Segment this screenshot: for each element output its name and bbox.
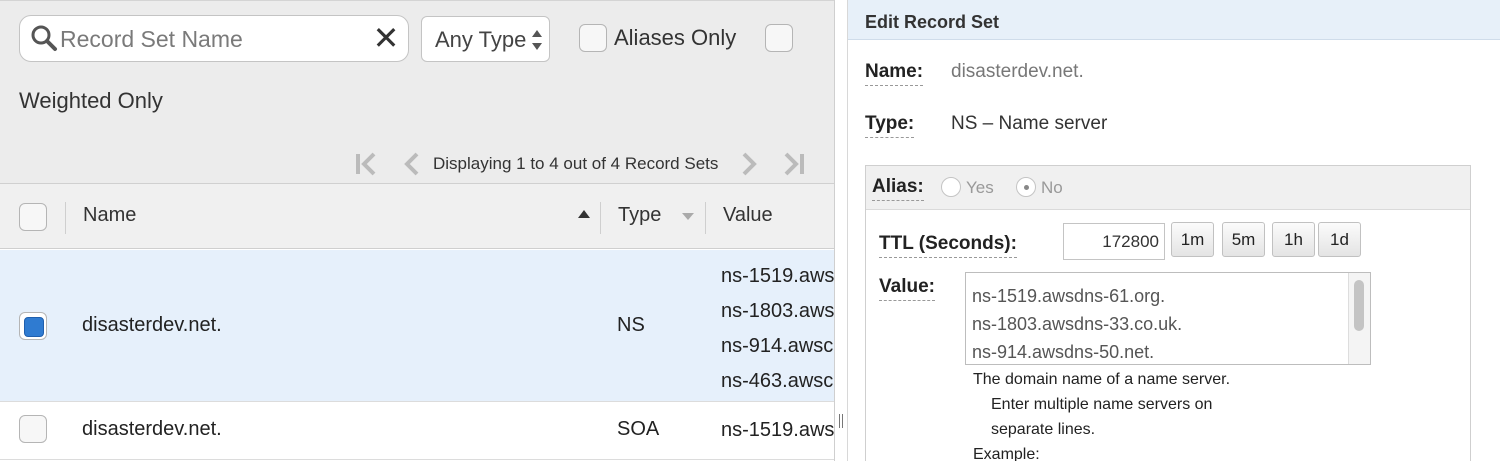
aliases-only-checkbox[interactable] xyxy=(579,24,607,52)
aliases-only-label: Aliases Only xyxy=(614,25,737,50)
value-help-text: Enter multiple name servers on xyxy=(991,396,1213,413)
record-name: disasterdev.net. xyxy=(82,418,222,440)
pane-resize-handle[interactable] xyxy=(838,414,844,428)
alias-label: Alias: xyxy=(872,176,924,201)
record-type: NS xyxy=(617,314,645,336)
record-values: ns-1519.aws xyxy=(721,418,834,453)
weighted-only-checkbox[interactable] xyxy=(765,24,793,52)
record-values: ns-1519.aws ns-1803.aws ns-914.awsc ns-4… xyxy=(721,264,834,404)
value-textarea-content: ns-1519.awsdns-61.org. ns-1803.awsdns-33… xyxy=(972,282,1183,364)
value-scrollbar[interactable] xyxy=(1348,273,1370,364)
value-line: ns-914.awsdns-50.net. xyxy=(972,342,1155,362)
ttl-1m-button[interactable]: 1m xyxy=(1171,222,1214,257)
value-help-text: separate lines. xyxy=(991,421,1096,438)
column-header-value[interactable]: Value xyxy=(723,204,773,227)
alias-no-radio[interactable] xyxy=(1016,177,1036,197)
ttl-5m-button[interactable]: 5m xyxy=(1222,222,1265,257)
value-textarea[interactable]: ns-1519.awsdns-61.org. ns-1803.awsdns-33… xyxy=(965,272,1371,365)
record-sets-pane: ✕ Any Type Aliases Only Weighted Only Di… xyxy=(0,0,835,461)
record-value-line: ns-1519.aws xyxy=(721,265,835,287)
type-filter-select[interactable]: Any Type xyxy=(421,16,550,62)
name-value: disasterdev.net. xyxy=(951,61,1084,82)
name-label: Name: xyxy=(865,61,924,86)
pagination-status: Displaying 1 to 4 out of 4 Record Sets xyxy=(433,154,719,173)
alias-yes-radio[interactable] xyxy=(941,177,961,197)
type-label: Type: xyxy=(865,113,915,138)
alias-yes-label: Yes xyxy=(966,178,994,197)
row-checkbox[interactable] xyxy=(19,415,47,443)
weighted-only-label: Weighted Only xyxy=(19,88,163,113)
search-icon xyxy=(31,25,57,51)
value-line: ns-1803.awsdns-33.co.uk. xyxy=(972,314,1183,334)
sort-descending-icon[interactable] xyxy=(682,213,694,220)
alias-bar: Alias: Yes No xyxy=(866,166,1470,210)
value-label: Value: xyxy=(879,276,935,301)
ttl-1d-button[interactable]: 1d xyxy=(1318,222,1361,257)
record-name: disasterdev.net. xyxy=(82,314,222,336)
type-value: NS – Name server xyxy=(951,113,1108,134)
ttl-1h-button[interactable]: 1h xyxy=(1272,222,1315,257)
record-type: SOA xyxy=(617,418,660,440)
ttl-label: TTL (Seconds): xyxy=(879,233,1017,258)
table-header: Name Type Value xyxy=(0,183,834,249)
edit-record-set-panel: Edit Record Set Name: disasterdev.net. T… xyxy=(847,0,1500,461)
alias-no-label: No xyxy=(1041,178,1063,197)
panel-header: Edit Record Set xyxy=(848,0,1500,40)
select-arrows-icon xyxy=(532,30,542,50)
record-value-line: ns-914.awsc xyxy=(721,335,834,357)
value-line: ns-1519.awsdns-61.org. xyxy=(972,286,1166,306)
table-row[interactable]: disasterdev.net. SOA ns-1519.aws xyxy=(0,402,834,460)
column-divider xyxy=(705,202,706,234)
record-value-line: ns-1803.aws xyxy=(721,300,835,322)
row-checkbox[interactable] xyxy=(19,312,47,340)
previous-page-icon[interactable] xyxy=(398,151,424,177)
select-all-checkbox[interactable] xyxy=(19,203,47,231)
filter-toolbar: ✕ Any Type Aliases Only Weighted Only Di… xyxy=(0,0,834,183)
column-header-type[interactable]: Type xyxy=(618,204,661,227)
search-field[interactable]: ✕ xyxy=(19,15,409,62)
ttl-input[interactable] xyxy=(1063,223,1165,260)
next-page-icon[interactable] xyxy=(737,151,763,177)
value-help-text: The domain name of a name server. xyxy=(973,371,1231,388)
column-header-name[interactable]: Name xyxy=(83,204,136,227)
search-input[interactable] xyxy=(60,23,380,55)
value-help-text: Example: xyxy=(973,446,1040,461)
panel-title: Edit Record Set xyxy=(865,12,1000,32)
pagination: Displaying 1 to 4 out of 4 Record Sets xyxy=(0,147,834,181)
sort-ascending-icon[interactable] xyxy=(578,210,590,218)
first-page-icon[interactable] xyxy=(352,151,378,177)
close-icon[interactable]: ✕ xyxy=(372,21,400,55)
last-page-icon[interactable] xyxy=(782,151,808,177)
scrollbar-thumb[interactable] xyxy=(1354,280,1364,331)
type-filter-value: Any Type xyxy=(435,27,527,52)
column-divider xyxy=(65,202,66,234)
record-value-line: ns-463.awsc xyxy=(721,370,834,392)
table-row[interactable]: disasterdev.net. NS ns-1519.aws ns-1803.… xyxy=(0,250,834,404)
record-value-line: ns-1519.aws xyxy=(721,419,835,441)
column-divider xyxy=(600,202,601,234)
